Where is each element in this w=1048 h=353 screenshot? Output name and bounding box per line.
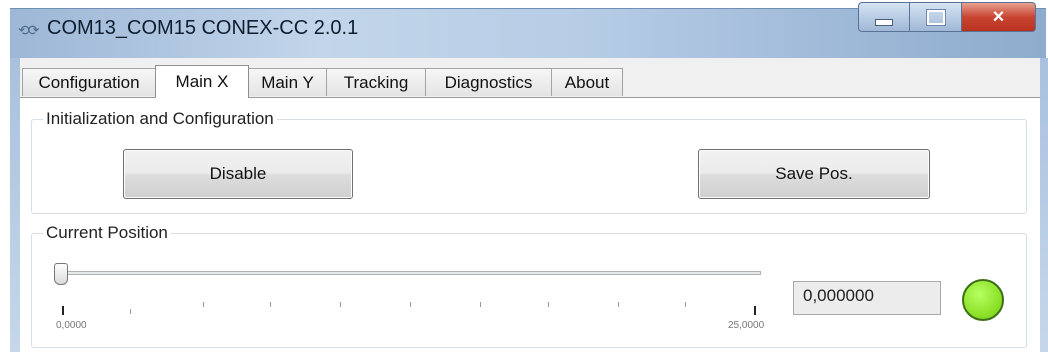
window-frame-right [1040,58,1048,352]
position-slider-thumb[interactable] [54,263,68,285]
minimize-button[interactable] [858,2,910,32]
tab-about[interactable]: About [551,68,623,96]
tab-configuration[interactable]: Configuration [22,68,156,96]
maximize-button[interactable] [910,2,962,32]
slider-tick [480,302,481,307]
current-position-group-label: Current Position [43,223,171,243]
slider-tick [270,302,271,307]
maximize-icon [925,8,946,26]
slider-tick [618,302,619,307]
slider-tick [130,309,131,314]
tab-main-y[interactable]: Main Y [248,68,327,96]
disable-button[interactable]: Disable [123,149,353,199]
close-button[interactable]: × [962,2,1036,32]
tab-tracking[interactable]: Tracking [326,68,426,96]
minimize-icon [875,18,893,26]
window-title: COM13_COM15 CONEX-CC 2.0.1 [47,17,359,39]
save-position-button[interactable]: Save Pos. [698,149,930,199]
position-slider-track[interactable] [63,271,761,275]
tab-diagnostics[interactable]: Diagnostics [425,68,552,96]
status-indicator [962,279,1004,321]
slider-tick [754,306,756,315]
tab-main-x[interactable]: Main X [155,65,249,98]
slider-tick [410,302,411,307]
current-position-value: 0,000000 [793,281,941,315]
slider-tick [340,302,341,307]
client-area: Configuration Main X Main Y Tracking Dia… [20,58,1040,353]
slider-tick [548,302,549,307]
slider-tick [62,306,64,315]
window-frame-left [10,58,20,352]
slider-min-label: 0,0000 [56,320,87,331]
init-config-group-label: Initialization and Configuration [43,109,277,129]
close-icon: × [992,5,1005,28]
slider-max-label: 25,0000 [728,320,765,331]
window-controls: × [858,2,1036,32]
slider-tick [685,302,686,307]
link-icon: ⟲⟳ [18,22,40,38]
slider-tick [203,302,204,307]
